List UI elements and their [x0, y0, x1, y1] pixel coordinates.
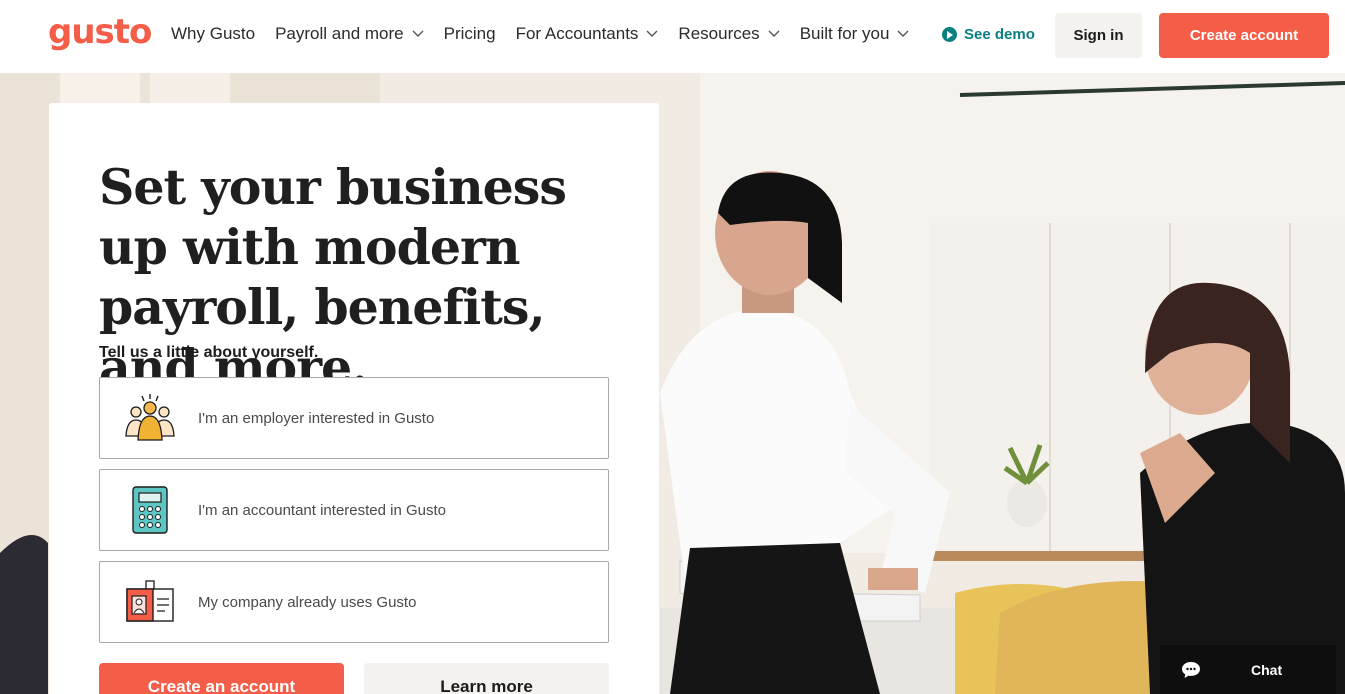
- chevron-down-icon: [412, 28, 424, 40]
- option-employer-label: I'm an employer interested in Gusto: [198, 409, 435, 427]
- signup-card: Set your business up with modern payroll…: [49, 103, 659, 694]
- chat-label: Chat: [1251, 661, 1283, 678]
- chevron-down-icon: [646, 28, 658, 40]
- nav-resources[interactable]: Resources: [678, 24, 780, 44]
- play-icon: [942, 27, 957, 42]
- hero-subhead: Tell us a little about yourself.: [99, 344, 319, 361]
- nav-payroll-and-more[interactable]: Payroll and more: [275, 24, 424, 44]
- chevron-down-icon: [768, 28, 780, 40]
- site-header: gusto Why Gusto Payroll and more Pricing…: [0, 0, 1345, 73]
- chevron-down-icon: [897, 28, 909, 40]
- calculator-icon: [122, 482, 178, 538]
- option-accountant[interactable]: I'm an accountant interested in Gusto: [99, 469, 609, 551]
- sign-in-button[interactable]: Sign in: [1055, 13, 1142, 58]
- option-employer[interactable]: I'm an employer interested in Gusto: [99, 377, 609, 459]
- chat-bubble-icon: [1181, 661, 1201, 679]
- employer-group-icon: [122, 390, 178, 446]
- nav-built-for-you[interactable]: Built for you: [800, 24, 910, 44]
- nav-resources-label: Resources: [678, 24, 760, 43]
- nav-pricing-label: Pricing: [443, 24, 496, 43]
- id-badge-icon: [122, 574, 178, 630]
- nav-why-gusto[interactable]: Why Gusto: [171, 24, 255, 44]
- nav-payroll-label: Payroll and more: [275, 24, 404, 43]
- nav-for-accountants[interactable]: For Accountants: [516, 24, 659, 44]
- chat-widget-button[interactable]: Chat: [1160, 645, 1336, 694]
- option-existing-company[interactable]: My company already uses Gusto: [99, 561, 609, 643]
- learn-more-button[interactable]: Learn more: [364, 663, 609, 694]
- create-an-account-button[interactable]: Create an account: [99, 663, 344, 694]
- create-account-button[interactable]: Create account: [1159, 13, 1329, 58]
- nav-why-gusto-label: Why Gusto: [171, 24, 256, 43]
- see-demo-label: See demo: [964, 26, 1035, 43]
- nav-built-for-you-label: Built for you: [799, 24, 890, 43]
- nav-accountants-label: For Accountants: [515, 24, 639, 43]
- gusto-logo[interactable]: gusto: [48, 12, 152, 52]
- option-existing-company-label: My company already uses Gusto: [198, 593, 417, 611]
- main-nav: Why Gusto Payroll and more Pricing For A…: [171, 24, 929, 44]
- nav-pricing[interactable]: Pricing: [444, 24, 496, 44]
- see-demo-link[interactable]: See demo: [942, 26, 1035, 43]
- option-accountant-label: I'm an accountant interested in Gusto: [198, 501, 447, 519]
